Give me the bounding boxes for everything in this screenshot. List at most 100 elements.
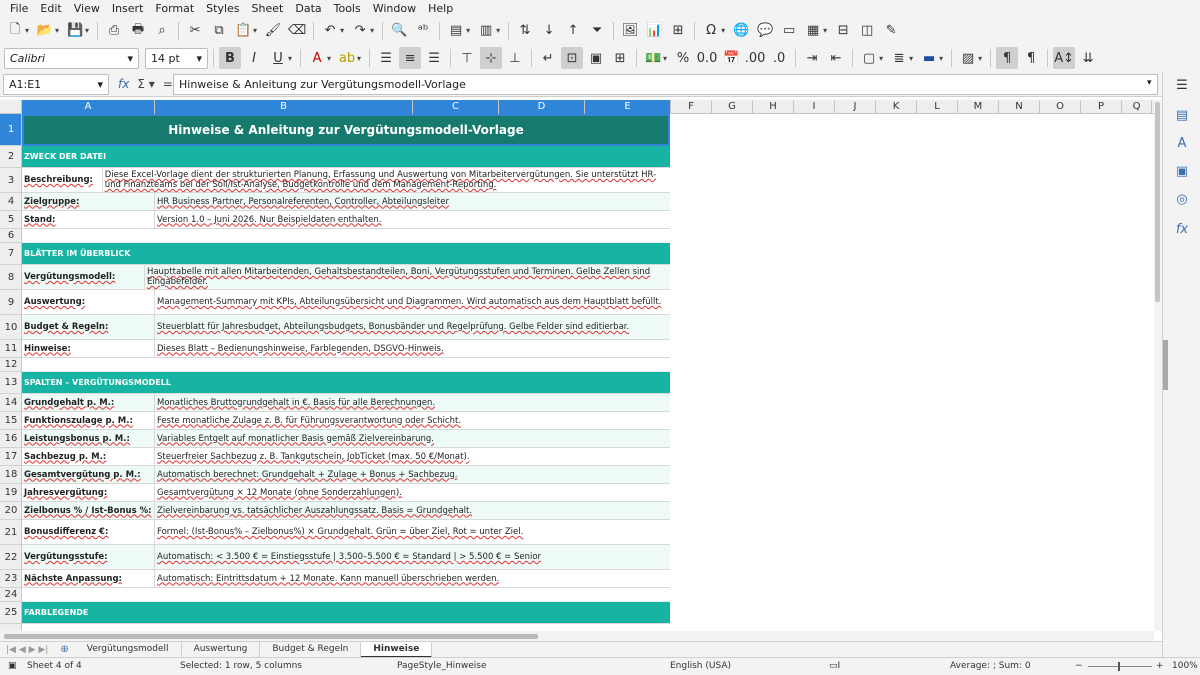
- styles-icon[interactable]: A: [1173, 136, 1191, 154]
- sidebar-handle[interactable]: [1163, 340, 1168, 390]
- comment-icon[interactable]: 💬: [754, 20, 776, 42]
- menu-icon[interactable]: ☰: [1173, 78, 1191, 96]
- increase-indent-icon[interactable]: ⇥: [801, 47, 823, 69]
- column-icon[interactable]: ▥: [475, 20, 497, 42]
- insert-image-icon[interactable]: 🖼: [619, 20, 641, 42]
- row-header[interactable]: 8: [0, 265, 21, 290]
- column-header-h[interactable]: H: [753, 100, 794, 114]
- zoom-slider-thumb[interactable]: [1118, 662, 1120, 671]
- print-preview-icon[interactable]: ⌕: [151, 20, 173, 42]
- section-header-row[interactable]: ZWECK DER DATEI: [22, 146, 670, 168]
- blank-row[interactable]: [22, 229, 670, 243]
- align-right-icon[interactable]: ☰: [423, 47, 445, 69]
- select-all-corner[interactable]: [0, 100, 22, 114]
- menu-file[interactable]: File: [4, 2, 34, 15]
- row-header[interactable]: 10: [0, 315, 21, 340]
- info-row[interactable]: Beschreibung: Diese Excel-Vorlage dient d…: [22, 168, 670, 193]
- row-header[interactable]: 18: [0, 466, 21, 484]
- delete-decimal-icon[interactable]: .0: [768, 47, 790, 69]
- clear-formatting-icon[interactable]: ⌫: [286, 20, 308, 42]
- selection-mode-icon[interactable]: ▭I: [829, 661, 840, 671]
- column-header-i[interactable]: I: [794, 100, 835, 114]
- clone-formatting-icon[interactable]: 🖌: [262, 20, 284, 42]
- info-row[interactable]: Sachbezug p. M.: Steuerfreier Sachbezug z…: [22, 448, 670, 466]
- row-header[interactable]: 17: [0, 448, 21, 466]
- expand-formula-icon[interactable]: ▾: [1147, 78, 1152, 88]
- info-row[interactable]: Nächste Anpassung: Automatisch: Eintritts…: [22, 570, 670, 588]
- add-decimal-icon[interactable]: .00: [744, 47, 766, 69]
- column-header-j[interactable]: J: [835, 100, 876, 114]
- merge-cells-icon[interactable]: ▣: [585, 47, 607, 69]
- info-row[interactable]: Zielbonus % / Ist-Bonus %: Zielvereinbaru…: [22, 502, 670, 520]
- paste-icon[interactable]: 📋: [232, 20, 254, 42]
- info-row[interactable]: Funktionszulage p. M.: Feste monatliche Z…: [22, 412, 670, 430]
- row-header[interactable]: 13: [0, 372, 21, 394]
- menu-help[interactable]: Help: [422, 2, 459, 15]
- left-to-right-icon[interactable]: ¶: [996, 47, 1019, 69]
- add-sheet-icon[interactable]: ⊕: [54, 644, 74, 655]
- sheet-tab[interactable]: Hinweise: [361, 641, 433, 658]
- zoom-in-icon[interactable]: +: [1156, 661, 1164, 671]
- open-icon[interactable]: 📂: [34, 20, 56, 42]
- print-icon[interactable]: 🖶: [127, 20, 149, 42]
- blank-row[interactable]: [22, 358, 670, 372]
- freeze-rows-columns-icon[interactable]: ⊟: [832, 20, 854, 42]
- export-pdf-icon[interactable]: ⎙: [103, 20, 125, 42]
- sheet-tab[interactable]: Budget & Regeln: [260, 641, 362, 658]
- wrap-text-icon[interactable]: ↵: [537, 47, 559, 69]
- save-icon[interactable]: 💾: [64, 20, 86, 42]
- row-header[interactable]: 15: [0, 412, 21, 430]
- row-header[interactable]: 25: [0, 602, 21, 624]
- menu-view[interactable]: View: [68, 2, 106, 15]
- row-header[interactable]: 14: [0, 394, 21, 412]
- sheet-tab[interactable]: Vergütungsmodell: [75, 641, 182, 658]
- menu-format[interactable]: Format: [149, 2, 200, 15]
- zoom-slider[interactable]: [1088, 666, 1152, 667]
- borders-icon[interactable]: ▢: [858, 47, 880, 69]
- column-header-g[interactable]: G: [712, 100, 753, 114]
- formula-input[interactable]: Hinweise & Anleitung zur Vergütungsmodel…: [173, 74, 1158, 95]
- info-row[interactable]: Vergütungsmodell: Haupttabelle mit allen …: [22, 265, 670, 290]
- align-left-icon[interactable]: ☰: [375, 47, 397, 69]
- spelling-icon[interactable]: ᵃᵇ: [412, 20, 434, 42]
- text-direction-icon[interactable]: ⇊: [1077, 47, 1099, 69]
- row-header[interactable]: 20: [0, 502, 21, 520]
- special-character-icon[interactable]: Ω: [700, 20, 722, 42]
- gallery-icon[interactable]: ▣: [1173, 164, 1191, 182]
- font-size-box[interactable]: 14 pt ▾: [145, 47, 208, 69]
- align-top-icon[interactable]: ⊤: [456, 47, 478, 69]
- vertical-scroll-thumb[interactable]: [1155, 102, 1160, 302]
- zoom-out-icon[interactable]: −: [1075, 661, 1083, 671]
- conditional-format-icon[interactable]: ▨: [957, 47, 979, 69]
- column-header-f[interactable]: F: [671, 100, 712, 114]
- info-row[interactable]: Hinweise: Dieses Blatt – Bedienungshinwei…: [22, 340, 670, 358]
- column-header-k[interactable]: K: [876, 100, 917, 114]
- row-header[interactable]: 4: [0, 193, 21, 211]
- row-header[interactable]: 21: [0, 520, 21, 545]
- font-name-box[interactable]: Calibri ▾: [4, 47, 139, 69]
- split-window-icon[interactable]: ◫: [856, 20, 878, 42]
- sort-icon[interactable]: ⇅: [514, 20, 536, 42]
- function-wizard-icon[interactable]: fx: [118, 77, 129, 91]
- tab-nav-arrows-icon[interactable]: |◀ ◀ ▶ ▶|: [0, 645, 54, 655]
- menu-insert[interactable]: Insert: [106, 2, 150, 15]
- bold-icon[interactable]: B: [219, 47, 241, 69]
- row-header[interactable]: 24: [0, 588, 21, 602]
- sort-ascending-icon[interactable]: ↓: [538, 20, 560, 42]
- row-header[interactable]: 12: [0, 358, 21, 372]
- menu-styles[interactable]: Styles: [200, 2, 245, 15]
- row-header[interactable]: 9: [0, 290, 21, 315]
- section-header-row[interactable]: FARBLEGENDE: [22, 602, 670, 624]
- column-header-o[interactable]: O: [1040, 100, 1081, 114]
- percent-format-icon[interactable]: %: [672, 47, 694, 69]
- autofilter-icon[interactable]: ⏷: [586, 20, 608, 42]
- row-header[interactable]: 6: [0, 229, 21, 243]
- column-header-b[interactable]: B: [155, 100, 413, 114]
- info-row[interactable]: Gesamtvergütung p. M.: Automatisch berech…: [22, 466, 670, 484]
- currency-format-icon[interactable]: 💵: [642, 47, 664, 69]
- info-row[interactable]: Vergütungsstufe: Automatisch: < 3.500 € =…: [22, 545, 670, 570]
- cut-icon[interactable]: ✂: [184, 20, 206, 42]
- name-box[interactable]: A1:E1 ▾: [3, 74, 109, 95]
- pivot-table-icon[interactable]: ⊞: [667, 20, 689, 42]
- column-header-q[interactable]: Q: [1122, 100, 1152, 114]
